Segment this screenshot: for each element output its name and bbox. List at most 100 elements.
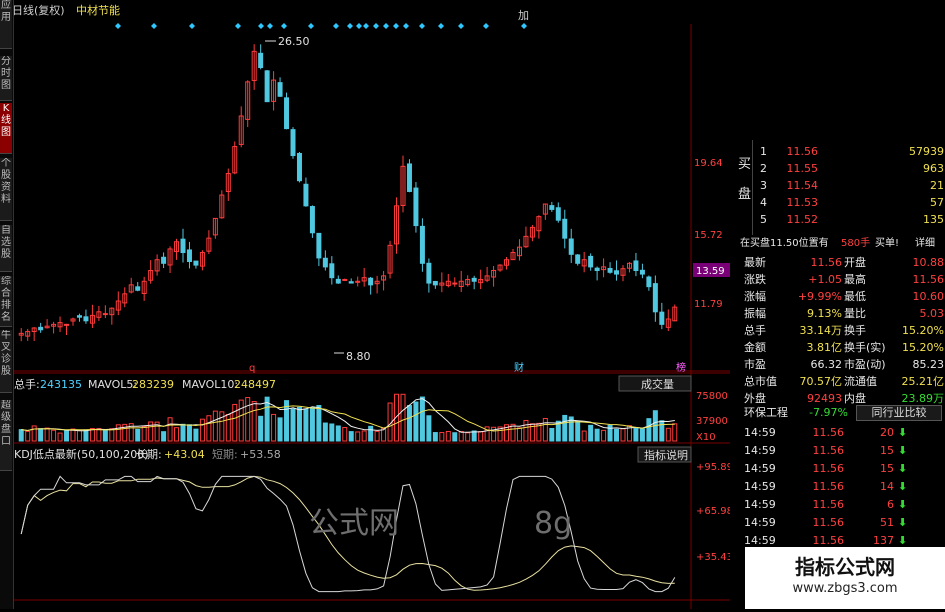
price-tick-1: 19.64 (694, 158, 723, 169)
trade-price: 11.56 (812, 480, 845, 493)
candle-body-27 (193, 260, 199, 266)
event-diamond-16 (419, 23, 425, 29)
volume-bar-82 (549, 427, 555, 442)
order-book-row-1[interactable]: 2 11.55 963 (738, 160, 945, 177)
trade-time: 14:59 (744, 516, 776, 529)
quote-label-b: 最高 (844, 273, 866, 286)
add-button[interactable]: 加 (518, 9, 529, 22)
chart-svg[interactable]: 日线(复权) 中材节能 加 19.64 15.72 13.59 11.79 26… (12, 0, 733, 609)
mavol5-value: 283239 (132, 378, 174, 391)
candle-body-91 (607, 268, 613, 273)
event-marker-q[interactable]: q (249, 363, 255, 374)
period-label[interactable]: 日线(复权) (12, 3, 65, 17)
rail-tab-5[interactable]: 综合排名 (0, 276, 12, 327)
quote-value-a: 70.57亿 (799, 375, 843, 388)
ob-price: 11.52 (786, 213, 819, 226)
ob-volume: 135 (923, 213, 944, 226)
indicator-button[interactable]: 指标说明 (644, 448, 688, 462)
ob-price: 11.53 (786, 196, 819, 209)
rail-tab-2[interactable]: K线图 (0, 103, 12, 154)
quote-row-5: 金额 3.81亿 换手(实) 15.20% (738, 339, 945, 356)
trade-time: 14:59 (744, 462, 776, 475)
volume-bar-55 (374, 430, 380, 442)
quote-value-b: 15.20% (902, 324, 944, 337)
candle-body-63 (426, 262, 432, 284)
volume-bar-40 (277, 417, 283, 442)
trade-row-4: 14:59 11.56 6 ⬇ (738, 496, 945, 513)
volume-bar-43 (296, 406, 302, 442)
event-diamond-15 (403, 23, 409, 29)
volume-bar-97 (646, 418, 652, 442)
event-diamond-9 (347, 23, 353, 29)
event-diamond-5 (267, 23, 273, 29)
volume-bar-18 (135, 428, 141, 442)
trade-price: 11.56 (812, 444, 845, 457)
kdj-long-value: +43.04 (164, 448, 205, 461)
volume-bar-88 (588, 424, 594, 442)
volume-bar-54 (368, 425, 374, 442)
candle-body-18 (135, 286, 141, 291)
candle-body-41 (284, 97, 290, 130)
event-diamond-0 (115, 23, 121, 29)
ob-footer-text: 在买盘11.50位置有 (740, 238, 829, 249)
volume-bars (18, 393, 678, 442)
volume-bar-52 (355, 431, 361, 442)
ob-volume: 57 (930, 196, 944, 209)
quote-value-b: 10.88 (912, 256, 945, 269)
kdj-axis-1: +95.89 (696, 462, 730, 473)
volume-bar-48 (329, 423, 335, 442)
kdj-watermark: 公式网 (309, 506, 399, 541)
ob-footer-detail[interactable]: 详细 (915, 235, 935, 252)
volume-bar-39 (271, 413, 277, 442)
trade-row-2: 14:59 11.56 15 ⬇ (738, 460, 945, 477)
candle-body-67 (452, 282, 458, 285)
volume-bar-3 (38, 428, 44, 442)
left-rail: 应用分时图 K线图个股资料自选股综合排名牛叉诊股超级盘口 (0, 0, 14, 609)
order-book-row-4[interactable]: 5 11.52 135 (738, 211, 945, 228)
candle-body-44 (303, 183, 309, 207)
order-book-row-0[interactable]: 1 11.56 57939 (738, 143, 945, 160)
volume-bar-12 (96, 428, 102, 442)
candle-body-70 (471, 277, 477, 282)
ob-level: 5 (760, 213, 767, 226)
trade-row-1: 14:59 11.56 15 ⬇ (738, 442, 945, 459)
rail-tab-6[interactable]: 牛叉诊股 (0, 330, 12, 393)
candle-body-82 (549, 205, 555, 210)
volume-bar-78 (523, 419, 529, 442)
down-arrow-icon: ⬇ (898, 480, 908, 493)
volume-bar-5 (51, 429, 57, 442)
volume-button[interactable]: 成交量 (641, 377, 674, 391)
candle-body-99 (659, 311, 665, 325)
volume-bar-6 (57, 432, 63, 442)
rail-tab-3[interactable]: 个股资料 (0, 158, 12, 221)
down-arrow-icon: ⬇ (898, 462, 908, 475)
quote-value-a: 33.14万 (799, 324, 843, 337)
volume-bar-19 (141, 426, 147, 442)
event-diamond-3 (235, 23, 241, 29)
quote-value-a: 66.32 (810, 358, 843, 371)
rail-tab-7[interactable]: 超级盘口 (0, 400, 12, 471)
candle-body-9 (76, 315, 82, 318)
chart-area[interactable]: 日线(复权) 中材节能 加 19.64 15.72 13.59 11.79 26… (12, 0, 733, 609)
event-marker-cai[interactable]: 财 (514, 361, 524, 374)
event-marker-bang[interactable]: 榜 (676, 361, 686, 374)
volume-bar-96 (639, 428, 645, 442)
trade-time: 14:59 (744, 426, 776, 439)
sector-compare-button[interactable]: 同行业比较 (856, 405, 942, 421)
order-book-row-2[interactable]: 3 11.54 21 (738, 177, 945, 194)
vol-total-label: 总手: (14, 377, 40, 391)
trade-price: 11.56 (812, 516, 845, 529)
trade-row-0: 14:59 11.56 20 ⬇ (738, 424, 945, 441)
rail-tab-1[interactable]: 分时图 (0, 56, 12, 101)
quote-value-b: 11.56 (912, 273, 945, 286)
rail-tab-4[interactable]: 自选股 (0, 225, 12, 272)
candle-body-96 (639, 269, 645, 275)
volume-bar-13 (102, 429, 108, 442)
vol-axis-2: 37900 (696, 416, 728, 427)
order-book-row-3[interactable]: 4 11.53 57 (738, 194, 945, 211)
volume-bar-60 (406, 405, 412, 442)
quote-label-a: 市盈 (744, 358, 766, 371)
event-diamond-11 (363, 23, 369, 29)
volume-bar-67 (452, 432, 458, 442)
rail-tab-0[interactable]: 应用 (0, 0, 12, 49)
